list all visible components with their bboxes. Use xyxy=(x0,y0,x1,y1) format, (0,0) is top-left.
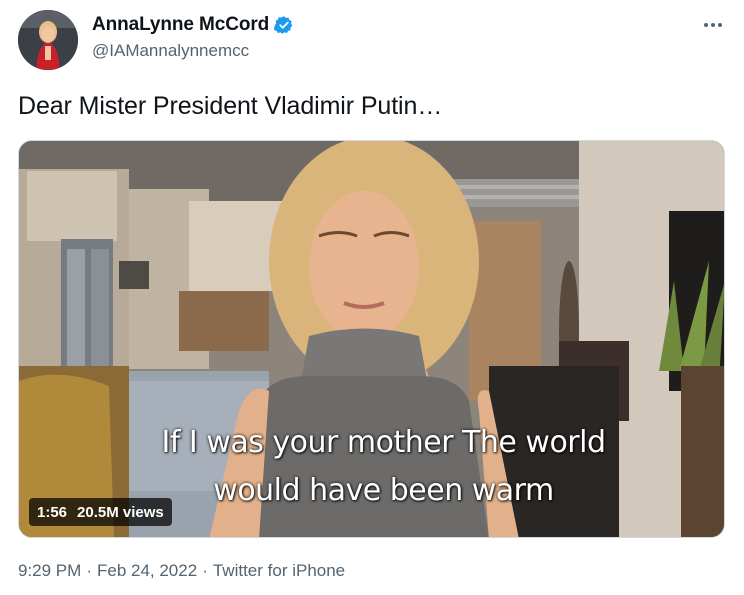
separator-dot: · xyxy=(86,561,92,580)
video-duration: 1:56 xyxy=(37,503,68,521)
separator-dot: · xyxy=(202,561,208,580)
more-options-icon[interactable] xyxy=(700,14,726,36)
tweet-footer: 9:29 PM · Feb 24, 2022 · Twitter for iPh… xyxy=(18,561,345,581)
video-player[interactable]: If I was your mother The world would hav… xyxy=(18,140,725,538)
author-name-row: AnnaLynne McCord xyxy=(92,14,294,36)
display-name[interactable]: AnnaLynne McCord xyxy=(92,14,269,36)
tweet-time[interactable]: 9:29 PM xyxy=(18,561,81,581)
tweet: AnnaLynne McCord @IAMannalynnemcc Dear M… xyxy=(0,0,744,595)
avatar[interactable] xyxy=(18,10,78,70)
video-views: 20.5M views xyxy=(77,503,164,521)
video-caption-line-1: If I was your mother The world xyxy=(161,425,606,460)
tweet-date[interactable]: Feb 24, 2022 xyxy=(97,561,197,581)
video-duration-badge: 1:56 20.5M views xyxy=(29,498,172,526)
author-handle[interactable]: @IAMannalynnemcc xyxy=(92,41,249,61)
tweet-source[interactable]: Twitter for iPhone xyxy=(213,561,345,581)
tweet-text: Dear Mister President Vladimir Putin… xyxy=(18,92,443,120)
verified-badge-icon xyxy=(274,15,294,35)
